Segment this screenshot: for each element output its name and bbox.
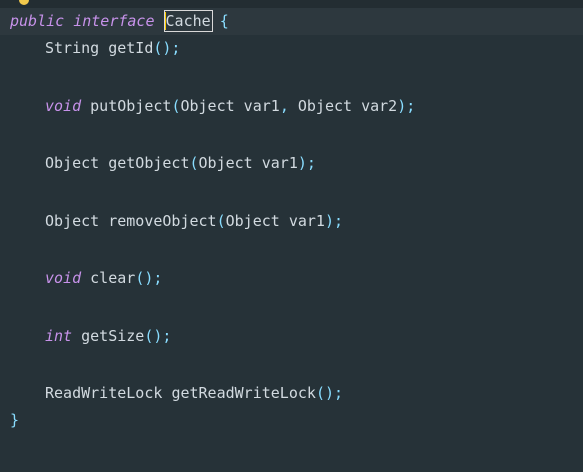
blank-line[interactable] (10, 235, 583, 266)
blank-line[interactable] (10, 350, 583, 381)
punctuation-token: (); (135, 269, 163, 287)
code-line[interactable]: String getId(); (10, 35, 583, 62)
keyword-token: void (45, 269, 82, 287)
code-line[interactable]: void putObject(Object var1, Object var2)… (10, 93, 583, 120)
method-name-token: getSize (81, 326, 145, 345)
punctuation-token: } (10, 411, 20, 429)
method-name-token: clear (90, 269, 136, 287)
selected-identifier: Cache (163, 10, 213, 32)
code-line[interactable]: ReadWriteLock getReadWriteLock(); (10, 380, 583, 407)
blank-line[interactable] (10, 120, 583, 151)
punctuation-token: (); (144, 326, 172, 345)
code-line[interactable]: Object getObject(Object var1); (10, 150, 583, 177)
editor-top-strip (0, 0, 583, 8)
method-name-token: removeObject (108, 211, 217, 230)
punctuation-token: { (219, 12, 229, 30)
keyword-token: void (45, 96, 82, 115)
punctuation-token: (); (315, 384, 344, 402)
code-line[interactable]: Object removeObject(Object var1); (10, 208, 583, 235)
blank-line[interactable] (10, 62, 583, 93)
type-token: ReadWriteLock (45, 384, 163, 402)
code-line[interactable]: } (10, 407, 583, 434)
blank-line[interactable] (10, 177, 583, 208)
punctuation-token: ( (216, 211, 226, 230)
type-token: Object var1 (198, 154, 298, 172)
method-name-token: putObject (90, 96, 172, 115)
method-name-token: getObject (108, 154, 190, 172)
keyword-token: interface (73, 12, 155, 30)
blank-line[interactable] (10, 292, 583, 323)
code-line[interactable]: void clear(); (10, 265, 583, 292)
type-token: Object var1 (180, 96, 280, 115)
punctuation-token: ); (297, 154, 316, 172)
punctuation-token: ); (397, 96, 416, 115)
punctuation-token: ); (324, 211, 344, 230)
code-editor[interactable]: public interface Cache {String getId(); v… (10, 8, 583, 434)
punctuation-token: , (279, 96, 298, 115)
keyword-token: public (10, 12, 65, 30)
method-name-token: getId (108, 39, 154, 57)
punctuation-token: ( (189, 154, 199, 172)
type-token: Object var2 (297, 96, 398, 115)
code-line[interactable]: int getSize(); (10, 323, 583, 350)
punctuation-token: (); (153, 39, 181, 57)
type-token: Object (45, 211, 100, 230)
method-name-token: getReadWriteLock (171, 384, 316, 402)
type-token: Object var1 (225, 211, 325, 230)
type-token: String (45, 39, 100, 57)
keyword-token: int (45, 326, 73, 345)
type-token: Object (45, 154, 100, 172)
code-line[interactable]: public interface Cache { (10, 8, 583, 35)
